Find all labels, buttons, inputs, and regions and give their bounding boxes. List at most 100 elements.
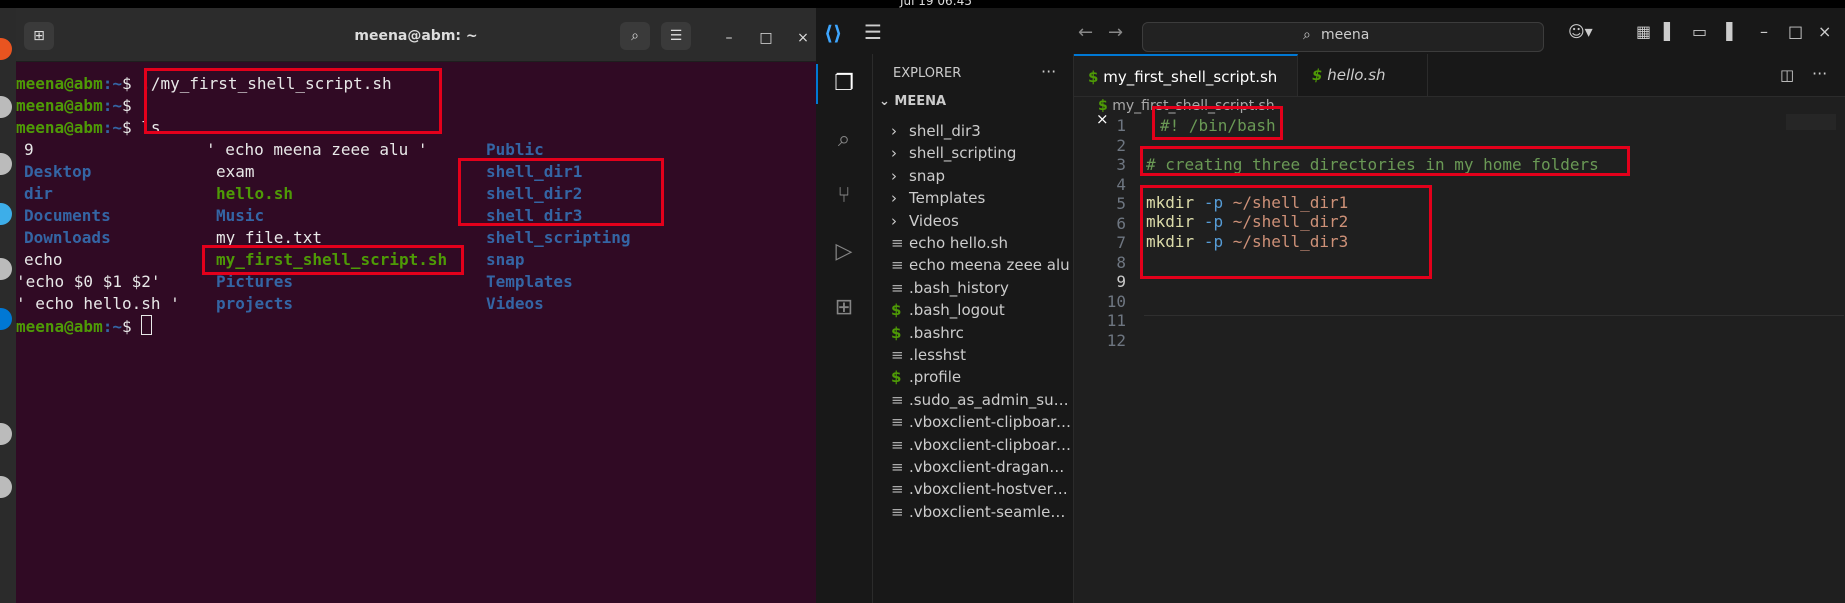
workspace-header[interactable]: ⌄ MEENA (879, 94, 946, 109)
terminal-title: meena@abm: ~ (354, 28, 478, 44)
close-icon[interactable]: × (793, 30, 813, 46)
file-name: .vboxclient-clipboard... (909, 413, 1073, 432)
current-line-highlight (1144, 315, 1844, 316)
line-number: 2 (1116, 135, 1126, 155)
file-tree-item[interactable]: ≡ .vboxclient-seamless... (873, 499, 1073, 525)
search-icon[interactable]: ⌕ (830, 126, 858, 154)
ls-entry: echo (24, 250, 63, 269)
file-name: .vboxclient-seamless... (909, 502, 1073, 521)
source-control-icon[interactable]: ⑂ (830, 182, 858, 210)
code-editor[interactable]: 1 2 3 4 5 6 7 8 9 10 11 12 #! /bin/bash # creating … (1074, 106, 1845, 603)
prompt-path: :~ (102, 118, 122, 137)
dock-app-icon[interactable] (0, 96, 12, 118)
ls-entry: snap (486, 250, 525, 269)
dock-app-icon[interactable] (0, 203, 12, 225)
prompt-user: meena@abm (16, 74, 103, 93)
tab-my-first-shell-script[interactable]: $ my_first_shell_script.sh × (1074, 54, 1298, 128)
explorer-title: EXPLORER (893, 66, 962, 81)
file-name: Templates (909, 189, 986, 208)
more-actions-icon[interactable]: ··· (1812, 64, 1827, 83)
close-icon[interactable]: × (1818, 22, 1831, 41)
editor-area: $ my_first_shell_script.sh × $ hello.sh … (1074, 54, 1845, 603)
split-editor-icon[interactable]: ◫ (1780, 66, 1794, 84)
line-number: 9 (1116, 272, 1126, 291)
file-name: .lesshst (909, 346, 966, 364)
minimize-icon[interactable]: – (719, 30, 739, 46)
ls-entry: ' echo hello.sh ' (16, 294, 180, 313)
ls-entry: 'echo $0 $1 $2' (16, 272, 161, 291)
file-name: .bashrc (909, 323, 964, 342)
ls-entry: Music (216, 206, 265, 225)
search-icon[interactable]: ⌕ (620, 22, 650, 50)
forward-arrow-icon[interactable]: → (1108, 22, 1123, 43)
tab-label: hello.sh (1327, 66, 1386, 84)
file-name: .vboxclient-hostversi... (909, 480, 1073, 499)
annotation-box (1152, 106, 1283, 140)
line-number: 11 (1106, 311, 1126, 330)
minimize-icon[interactable]: – (1760, 22, 1768, 41)
file-name: .sudo_as_admin_suc... (909, 390, 1073, 409)
menu-icon[interactable]: ☰ (864, 20, 882, 44)
annotation-box (202, 245, 464, 275)
line-number: 3 (1116, 155, 1126, 174)
terminal-line: meena@abm:~$ ls (16, 117, 161, 139)
shell-file-icon: $ (1088, 68, 1099, 86)
ls-entry: dir (24, 184, 53, 203)
explorer-icon[interactable]: ❐ (830, 70, 858, 98)
file-name: .vboxclient-clipboard... (909, 435, 1073, 454)
system-clock[interactable]: Jul 19 06:45 (900, 0, 972, 8)
line-number: 6 (1116, 213, 1126, 233)
customize-layout-icon[interactable]: ▦ (1636, 22, 1651, 41)
minimap[interactable] (1786, 114, 1836, 130)
ls-entry: hello.sh (216, 184, 294, 203)
line-number: 5 (1116, 194, 1126, 213)
explorer-sidebar: EXPLORER ··· ⌄ MEENA › shell_dir3 › shell_s… (873, 54, 1074, 603)
command-center-search[interactable]: ⌕ meena (1142, 22, 1544, 52)
ls-entry: Templates (486, 272, 573, 291)
run-debug-icon[interactable]: ▷ (830, 238, 858, 266)
file-name: echo hello.sh (909, 234, 1009, 252)
prompt-path: :~ (102, 317, 122, 336)
dock-app-icon[interactable] (0, 258, 12, 280)
annotation-box (458, 158, 664, 226)
dock-app-icon[interactable] (0, 423, 12, 445)
line-number: 10 (1106, 291, 1126, 311)
dock-app-icon[interactable] (0, 476, 12, 498)
tab-hello-sh[interactable]: $ hello.sh (1298, 54, 1428, 96)
file-name: Videos (909, 211, 959, 230)
ls-entry: 9 (24, 140, 34, 159)
vscode-titlebar: ⟨⟩ ☰ ← → ⌕ meena ☺▾ ▦ ▌ ▭ ▐ – □ × (816, 8, 1845, 55)
file-name: shell_scripting (909, 144, 1017, 163)
prompt-dollar: $ (121, 118, 142, 137)
toggle-secondary-sidebar-icon[interactable]: ▐ (1720, 22, 1732, 41)
ls-entry: shell_scripting (486, 228, 631, 247)
toggle-sidebar-icon[interactable]: ▌ (1664, 22, 1676, 41)
copilot-icon[interactable]: ☺▾ (1568, 22, 1593, 41)
prompt-dollar: $ (121, 96, 142, 115)
back-arrow-icon[interactable]: ← (1078, 22, 1093, 43)
prompt-path: :~ (102, 74, 122, 93)
toggle-panel-icon[interactable]: ▭ (1692, 22, 1707, 41)
more-actions-icon[interactable]: ··· (1041, 62, 1056, 81)
ls-entry: projects (216, 294, 294, 313)
prompt-path: :~ (102, 96, 122, 115)
workspace-name: MEENA (894, 94, 947, 109)
text-file-icon: ≡ (891, 502, 904, 521)
editor-tabs: $ my_first_shell_script.sh × $ hello.sh … (1074, 54, 1845, 128)
maximize-icon[interactable]: □ (1788, 22, 1803, 41)
extensions-icon[interactable]: ⊞ (830, 294, 858, 322)
dock-app-icon[interactable] (0, 153, 12, 175)
dock-app-icon[interactable] (0, 38, 12, 60)
dock (0, 8, 16, 603)
line-number: 8 (1116, 252, 1126, 272)
chevron-down-icon: ⌄ (879, 94, 895, 109)
dock-app-icon[interactable] (0, 308, 12, 330)
annotation-box (1140, 146, 1630, 176)
line-number: 1 (1116, 116, 1126, 135)
menu-icon[interactable]: ☰ (661, 22, 691, 50)
terminal-output[interactable]: meena@abm:~$ ./my_first_shell_script.sh … (16, 62, 816, 603)
maximize-icon[interactable]: □ (756, 30, 776, 46)
file-name: echo meena zeee alu (909, 256, 1070, 275)
file-name: .bash_logout (909, 301, 1005, 320)
active-indicator (816, 64, 818, 104)
